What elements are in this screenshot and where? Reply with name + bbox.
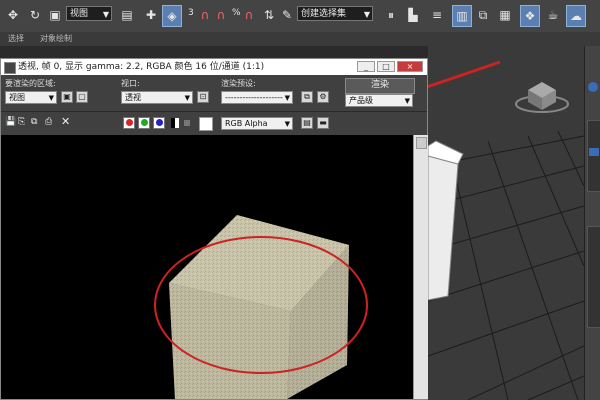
- clone-frame-icon[interactable]: ⧉: [31, 117, 37, 127]
- environment-icon[interactable]: ⚙: [317, 91, 329, 103]
- vertical-scrollbar[interactable]: [413, 135, 428, 399]
- area-label: 要渲染的区域:: [5, 79, 56, 88]
- minimize-button[interactable]: _: [357, 61, 375, 72]
- preset-select[interactable]: -------------------- ▼: [221, 91, 293, 104]
- maximize-button[interactable]: □: [377, 61, 395, 72]
- controls-divider: [1, 111, 427, 112]
- render-setup-icon[interactable]: ⧉: [301, 91, 313, 103]
- viewport-select[interactable]: 透视 ▼: [121, 91, 193, 104]
- channel-select[interactable]: RGB Alpha ▼: [221, 117, 293, 130]
- rendered-frame-window: 透视, 帧 0, 显示 gamma: 2.2, RGBA 颜色 16 位/通道 …: [0, 58, 428, 400]
- preset-label: 渲染预设:: [221, 79, 256, 88]
- clear-icon[interactable]: ✕: [61, 115, 70, 128]
- render-button[interactable]: 渲染: [345, 78, 415, 94]
- frame-title-bar[interactable]: 透视, 帧 0, 显示 gamma: 2.2, RGBA 颜色 16 位/通道 …: [1, 59, 427, 75]
- print-icon[interactable]: ⎙: [45, 117, 52, 127]
- close-button[interactable]: ×: [397, 61, 423, 72]
- save-image-icon[interactable]: 💾: [5, 117, 16, 127]
- scroll-thumb[interactable]: [416, 137, 427, 149]
- toggle-overlay-icon[interactable]: ▬: [317, 117, 329, 129]
- mono-toggle-icon[interactable]: [184, 120, 190, 126]
- background-color-swatch[interactable]: [199, 117, 213, 131]
- auto-region-icon[interactable]: ▢: [76, 91, 88, 103]
- area-select[interactable]: 视图 ▼: [5, 91, 57, 104]
- copy-image-icon[interactable]: ⎘: [18, 117, 25, 127]
- edit-region-icon[interactable]: ▣: [61, 91, 73, 103]
- lock-viewport-icon[interactable]: ⊡: [197, 91, 209, 103]
- render-canvas[interactable]: [1, 135, 413, 399]
- red-channel-toggle[interactable]: [123, 117, 135, 129]
- app-icon: [4, 62, 16, 74]
- quality-select[interactable]: 产品级 ▼: [345, 94, 413, 107]
- rendered-cube: [154, 215, 368, 399]
- green-channel-toggle[interactable]: [138, 117, 150, 129]
- toggle-ui-icon[interactable]: ▤: [301, 117, 313, 129]
- alpha-toggle-icon[interactable]: [171, 118, 179, 128]
- annotation-arrow-line: [417, 60, 501, 92]
- frame-title: 透视, 帧 0, 显示 gamma: 2.2, RGBA 颜色 16 位/通道 …: [18, 62, 265, 72]
- blue-channel-toggle[interactable]: [153, 117, 165, 129]
- viewport-label: 视口:: [121, 79, 140, 88]
- frame-controls: 要渲染的区域: 视图 ▼ ▣ ▢ 视口: 透视 ▼ ⊡ 渲染预设: --------…: [1, 75, 427, 135]
